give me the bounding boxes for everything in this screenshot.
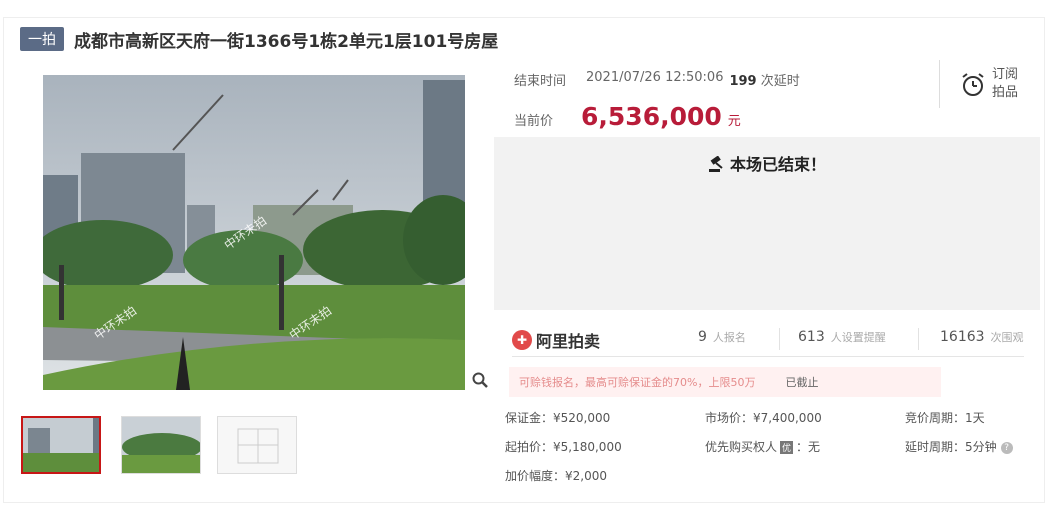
- zoom-icon[interactable]: [472, 372, 488, 388]
- delay-label: 次延时: [760, 74, 800, 89]
- alarm-clock-icon: [962, 73, 984, 96]
- main-photo[interactable]: 中环未拍 中环未拍 中环未拍: [43, 75, 465, 390]
- priority-buyer: 优先购买权人优：无: [705, 438, 820, 455]
- deposit: 保证金：¥520,000: [505, 411, 611, 425]
- gavel-icon: [708, 155, 723, 172]
- brand-name: 阿里拍卖: [536, 332, 601, 351]
- thumbnail-3-floorplan[interactable]: [217, 416, 297, 474]
- delay-period: 延时周期：5分钟?: [905, 438, 1013, 455]
- brand-logo: ✚ 阿里拍卖: [512, 328, 600, 352]
- current-price-label: 当前价: [514, 114, 554, 129]
- market-price: 市场价：¥7,400,000: [705, 411, 822, 425]
- reminder-stat: 613 人设置提醒: [798, 329, 886, 345]
- auction-ended-message: 本场已结束！: [494, 151, 1040, 175]
- round-badge: 一拍: [20, 27, 64, 51]
- stats-bar: ✚ 阿里拍卖 9 人报名 613 人设置提醒 16163 次围观: [494, 322, 1040, 357]
- views-stat: 16163 次围观: [940, 329, 1024, 345]
- ended-text: 本场已结束！: [729, 155, 826, 174]
- thumbnail-1[interactable]: [21, 416, 101, 474]
- divider: [918, 328, 919, 350]
- current-price-row: 当前价 6,536,000 元: [514, 102, 741, 131]
- auction-status-panel: 本场已结束！: [494, 137, 1040, 310]
- bid-increment: 加价幅度：¥2,000: [505, 469, 607, 483]
- start-price: 起拍价：¥5,180,000: [505, 440, 622, 454]
- priority-label: 优先购买权人: [705, 440, 778, 454]
- end-time-label: 结束时间: [514, 74, 567, 89]
- priority-tag: 优: [780, 441, 794, 454]
- stats-underline: [512, 356, 1024, 357]
- thumbnail-2[interactable]: [121, 416, 201, 474]
- main-photo-scene: 中环未拍 中环未拍 中环未拍: [43, 75, 465, 390]
- currency-unit: 元: [727, 114, 741, 129]
- delay-period-value: 延时周期：5分钟: [905, 440, 997, 454]
- title-bar: 一拍 成都市高新区天府一街1366号1栋2单元1层101号房屋: [20, 27, 499, 52]
- help-icon[interactable]: ?: [1000, 441, 1013, 454]
- page-title: 成都市高新区天府一街1366号1栋2单元1层101号房屋: [74, 31, 499, 52]
- bid-period: 竞价周期：1天: [905, 411, 985, 425]
- subscribe-line2: 拍品: [992, 85, 1019, 100]
- credit-notice-status: 已截止: [785, 376, 819, 389]
- priority-value: ：无: [796, 440, 821, 454]
- subscribe-button[interactable]: 订阅 拍品: [939, 60, 1040, 108]
- end-time-row: 结束时间 2021/07/26 12:50:06 199 次延时: [514, 70, 800, 89]
- brand-logo-icon: ✚: [512, 330, 532, 350]
- divider: [779, 328, 780, 350]
- current-price: 6,536,000: [581, 102, 722, 131]
- credit-notice: 可赊钱报名，最高可赊保证金的70%，上限50万 已截止: [509, 367, 941, 397]
- delay-count: 199: [729, 74, 757, 89]
- credit-notice-text: 可赊钱报名，最高可赊保证金的70%，上限50万: [519, 376, 756, 389]
- end-time-value: 2021/07/26 12:50:06: [586, 70, 724, 85]
- subscribe-line1: 订阅: [992, 67, 1019, 82]
- signup-stat: 9 人报名: [698, 329, 746, 345]
